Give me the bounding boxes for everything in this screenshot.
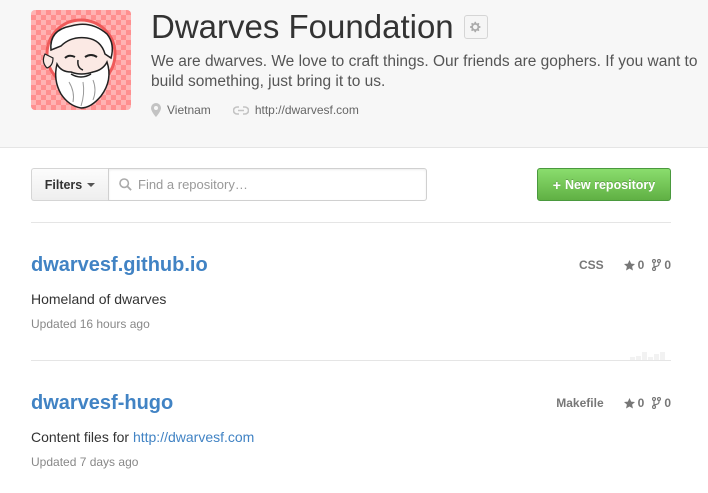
filters-label: Filters [44,177,83,192]
org-settings-button[interactable] [463,15,488,39]
org-description: We are dwarves. We love to craft things.… [151,53,698,90]
caret-down-icon [87,182,96,187]
repo-list-item: dwarvesf-hugo Makefile 0 0 Content files… [31,391,671,470]
repo-stats: CSS 0 0 [579,258,671,272]
divider [31,360,671,361]
repo-updated-time: Updated 16 hours ago [31,317,150,331]
new-repository-label: New repository [564,177,656,192]
repo-description: Content files for http://dwarvesf.com [31,428,671,446]
repo-language: CSS [578,258,604,272]
location-pin-icon [151,103,161,117]
repo-filter-bar: Filters [31,168,427,201]
repo-activity-graph [630,352,670,360]
divider [31,222,671,223]
repo-forks[interactable]: 0 [652,396,671,410]
org-avatar[interactable] [31,10,131,110]
org-location: Vietnam [151,103,211,117]
link-icon [232,105,249,115]
repo-name-link[interactable]: dwarvesf.github.io [31,253,671,277]
repo-stars[interactable]: 0 [623,258,645,272]
repo-description: Homeland of dwarves [31,291,167,307]
repo-search-input[interactable] [138,177,398,192]
org-name: Dwarves Foundation [151,8,454,45]
repo-forks[interactable]: 0 [652,258,671,272]
gear-icon [469,21,481,33]
fork-icon [652,259,662,271]
repo-language: Makefile [556,396,604,410]
repo-star-count: 0 [637,258,645,272]
fork-icon [652,397,662,409]
plus-icon: + [552,176,561,193]
org-website[interactable]: http://dwarvesf.com [232,103,359,117]
repo-description-link[interactable]: http://dwarvesf.com [133,429,254,445]
repo-list-item: dwarvesf.github.io CSS 0 0 Homeland of d… [31,253,671,332]
repo-star-count: 0 [637,396,645,410]
new-repository-button[interactable]: + New repository [537,168,671,201]
repo-fork-count: 0 [664,396,671,410]
org-website-link[interactable]: http://dwarvesf.com [255,103,359,117]
org-meta: Vietnam http://dwarvesf.com [151,103,381,117]
star-icon [623,259,635,270]
org-location-text: Vietnam [167,103,211,117]
org-name-row: Dwarves Foundation [151,6,488,48]
repo-stars[interactable]: 0 [623,396,645,410]
repo-fork-count: 0 [664,258,671,272]
star-icon [623,397,635,408]
repo-updated-time: Updated 7 days ago [31,455,139,469]
org-header: Dwarves Foundation We are dwarves. We lo… [0,0,708,148]
repo-description-text: Content files for [31,429,130,445]
repo-search-box[interactable] [108,168,427,201]
search-icon [119,178,132,191]
repo-stats: Makefile 0 0 [556,396,671,410]
filters-dropdown-button[interactable]: Filters [31,168,108,201]
